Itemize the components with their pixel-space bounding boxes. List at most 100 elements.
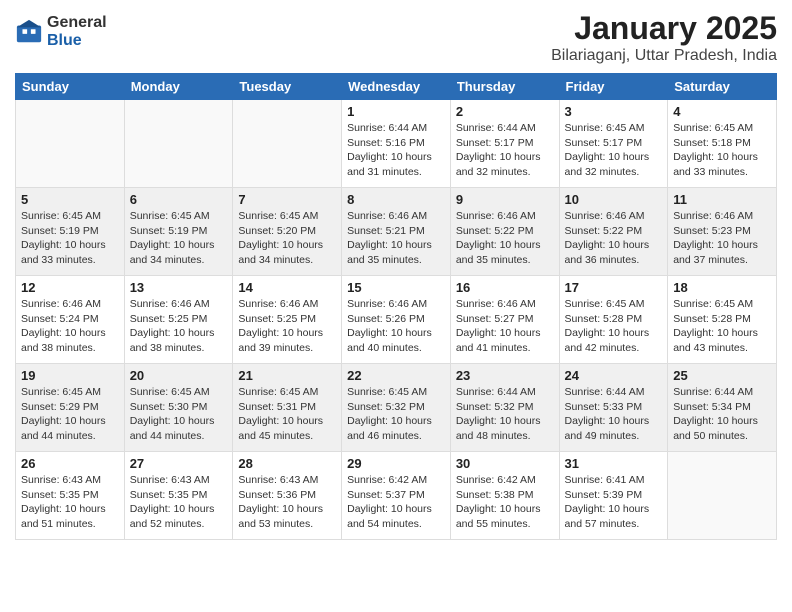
day-number: 6 xyxy=(130,192,228,207)
empty-cell xyxy=(16,100,125,188)
day-cell-6: 6 Sunrise: 6:45 AM Sunset: 5:19 PM Daylig… xyxy=(124,188,233,276)
week-row-3: 12 Sunrise: 6:46 AM Sunset: 5:24 PM Dayli… xyxy=(16,276,777,364)
day-number: 9 xyxy=(456,192,554,207)
day-number: 2 xyxy=(456,104,554,119)
weekday-header-wednesday: Wednesday xyxy=(342,74,451,100)
day-cell-17: 17Sunrise: 6:45 AM Sunset: 5:28 PM Dayli… xyxy=(559,276,668,364)
day-info: Sunrise: 6:45 AM Sunset: 5:18 PM Dayligh… xyxy=(673,121,771,180)
day-info: Sunrise: 6:45 AM Sunset: 5:30 PM Dayligh… xyxy=(130,385,228,444)
day-info: Sunrise: 6:45 AM Sunset: 5:28 PM Dayligh… xyxy=(673,297,771,356)
day-cell-3: 3 Sunrise: 6:45 AM Sunset: 5:17 PM Daylig… xyxy=(559,100,668,188)
day-info: Sunrise: 6:46 AM Sunset: 5:22 PM Dayligh… xyxy=(456,209,554,268)
logo: General Blue xyxy=(15,14,107,49)
day-info: Sunrise: 6:46 AM Sunset: 5:25 PM Dayligh… xyxy=(238,297,336,356)
day-cell-28: 28 Sunrise: 6:43 AM Sunset: 5:36 PM Dayli… xyxy=(233,452,342,540)
day-number: 28 xyxy=(238,456,336,471)
day-cell-1: 1 Sunrise: 6:44 AM Sunset: 5:16 PM Daylig… xyxy=(342,100,451,188)
day-info: Sunrise: 6:44 AM Sunset: 5:17 PM Dayligh… xyxy=(456,121,554,180)
day-info: Sunrise: 6:46 AM Sunset: 5:24 PM Dayligh… xyxy=(21,297,119,356)
day-info: Sunrise: 6:45 AM Sunset: 5:17 PM Dayligh… xyxy=(565,121,663,180)
calendar-subtitle: Bilariaganj, Uttar Pradesh, India xyxy=(551,47,777,65)
logo-icon xyxy=(15,18,43,46)
day-info: Sunrise: 6:45 AM Sunset: 5:31 PM Dayligh… xyxy=(238,385,336,444)
day-info: Sunrise: 6:44 AM Sunset: 5:33 PM Dayligh… xyxy=(565,385,663,444)
empty-cell xyxy=(233,100,342,188)
day-number: 12 xyxy=(21,280,119,295)
day-info: Sunrise: 6:42 AM Sunset: 5:38 PM Dayligh… xyxy=(456,473,554,532)
day-info: Sunrise: 6:44 AM Sunset: 5:32 PM Dayligh… xyxy=(456,385,554,444)
day-cell-19: 19Sunrise: 6:45 AM Sunset: 5:29 PM Dayli… xyxy=(16,364,125,452)
weekday-header-tuesday: Tuesday xyxy=(233,74,342,100)
day-info: Sunrise: 6:45 AM Sunset: 5:29 PM Dayligh… xyxy=(21,385,119,444)
day-info: Sunrise: 6:41 AM Sunset: 5:39 PM Dayligh… xyxy=(565,473,663,532)
day-cell-7: 7 Sunrise: 6:45 AM Sunset: 5:20 PM Daylig… xyxy=(233,188,342,276)
day-cell-5: 5 Sunrise: 6:45 AM Sunset: 5:19 PM Daylig… xyxy=(16,188,125,276)
day-cell-20: 20 Sunrise: 6:45 AM Sunset: 5:30 PM Dayli… xyxy=(124,364,233,452)
day-info: Sunrise: 6:45 AM Sunset: 5:20 PM Dayligh… xyxy=(238,209,336,268)
logo-text: General Blue xyxy=(47,14,107,49)
day-info: Sunrise: 6:44 AM Sunset: 5:16 PM Dayligh… xyxy=(347,121,445,180)
day-number: 22 xyxy=(347,368,445,383)
day-number: 29 xyxy=(347,456,445,471)
day-cell-31: 31 Sunrise: 6:41 AM Sunset: 5:39 PM Dayli… xyxy=(559,452,668,540)
week-row-1: 1 Sunrise: 6:44 AM Sunset: 5:16 PM Daylig… xyxy=(16,100,777,188)
day-number: 14 xyxy=(238,280,336,295)
day-cell-29: 29 Sunrise: 6:42 AM Sunset: 5:37 PM Dayli… xyxy=(342,452,451,540)
day-cell-13: 13 Sunrise: 6:46 AM Sunset: 5:25 PM Dayli… xyxy=(124,276,233,364)
weekday-header-friday: Friday xyxy=(559,74,668,100)
day-number: 27 xyxy=(130,456,228,471)
day-number: 20 xyxy=(130,368,228,383)
day-number: 1 xyxy=(347,104,445,119)
logo-blue-text: Blue xyxy=(47,32,107,50)
day-number: 31 xyxy=(565,456,663,471)
day-info: Sunrise: 6:46 AM Sunset: 5:23 PM Dayligh… xyxy=(673,209,771,268)
weekday-header-sunday: Sunday xyxy=(16,74,125,100)
day-info: Sunrise: 6:42 AM Sunset: 5:37 PM Dayligh… xyxy=(347,473,445,532)
day-cell-10: 10 Sunrise: 6:46 AM Sunset: 5:22 PM Dayli… xyxy=(559,188,668,276)
day-number: 30 xyxy=(456,456,554,471)
day-number: 13 xyxy=(130,280,228,295)
day-number: 11 xyxy=(673,192,771,207)
logo-general-text: General xyxy=(47,14,107,32)
day-info: Sunrise: 6:43 AM Sunset: 5:36 PM Dayligh… xyxy=(238,473,336,532)
calendar-title: January 2025 xyxy=(551,10,777,47)
header: General Blue January 2025 Bilariaganj, U… xyxy=(15,10,777,65)
day-cell-25: 25Sunrise: 6:44 AM Sunset: 5:34 PM Dayli… xyxy=(668,364,777,452)
day-number: 21 xyxy=(238,368,336,383)
day-cell-30: 30 Sunrise: 6:42 AM Sunset: 5:38 PM Dayli… xyxy=(450,452,559,540)
week-row-5: 26Sunrise: 6:43 AM Sunset: 5:35 PM Dayli… xyxy=(16,452,777,540)
day-info: Sunrise: 6:43 AM Sunset: 5:35 PM Dayligh… xyxy=(130,473,228,532)
day-number: 5 xyxy=(21,192,119,207)
day-cell-8: 8Sunrise: 6:46 AM Sunset: 5:21 PM Daylig… xyxy=(342,188,451,276)
day-cell-22: 22Sunrise: 6:45 AM Sunset: 5:32 PM Dayli… xyxy=(342,364,451,452)
day-number: 24 xyxy=(565,368,663,383)
empty-cell xyxy=(668,452,777,540)
day-cell-21: 21 Sunrise: 6:45 AM Sunset: 5:31 PM Dayli… xyxy=(233,364,342,452)
day-number: 7 xyxy=(238,192,336,207)
day-number: 3 xyxy=(565,104,663,119)
day-cell-9: 9 Sunrise: 6:46 AM Sunset: 5:22 PM Daylig… xyxy=(450,188,559,276)
day-cell-11: 11 Sunrise: 6:46 AM Sunset: 5:23 PM Dayli… xyxy=(668,188,777,276)
day-info: Sunrise: 6:44 AM Sunset: 5:34 PM Dayligh… xyxy=(673,385,771,444)
day-number: 10 xyxy=(565,192,663,207)
week-row-4: 19Sunrise: 6:45 AM Sunset: 5:29 PM Dayli… xyxy=(16,364,777,452)
day-number: 15 xyxy=(347,280,445,295)
day-number: 23 xyxy=(456,368,554,383)
day-number: 17 xyxy=(565,280,663,295)
day-info: Sunrise: 6:45 AM Sunset: 5:19 PM Dayligh… xyxy=(21,209,119,268)
weekday-header-monday: Monday xyxy=(124,74,233,100)
day-number: 18 xyxy=(673,280,771,295)
title-area: January 2025 Bilariaganj, Uttar Pradesh,… xyxy=(551,10,777,65)
day-info: Sunrise: 6:46 AM Sunset: 5:22 PM Dayligh… xyxy=(565,209,663,268)
day-cell-16: 16Sunrise: 6:46 AM Sunset: 5:27 PM Dayli… xyxy=(450,276,559,364)
day-number: 16 xyxy=(456,280,554,295)
calendar-table: SundayMondayTuesdayWednesdayThursdayFrid… xyxy=(15,73,777,540)
day-cell-4: 4 Sunrise: 6:45 AM Sunset: 5:18 PM Daylig… xyxy=(668,100,777,188)
day-number: 4 xyxy=(673,104,771,119)
day-info: Sunrise: 6:46 AM Sunset: 5:25 PM Dayligh… xyxy=(130,297,228,356)
day-info: Sunrise: 6:45 AM Sunset: 5:19 PM Dayligh… xyxy=(130,209,228,268)
day-cell-26: 26Sunrise: 6:43 AM Sunset: 5:35 PM Dayli… xyxy=(16,452,125,540)
day-cell-2: 2 Sunrise: 6:44 AM Sunset: 5:17 PM Daylig… xyxy=(450,100,559,188)
weekday-header-saturday: Saturday xyxy=(668,74,777,100)
day-info: Sunrise: 6:46 AM Sunset: 5:21 PM Dayligh… xyxy=(347,209,445,268)
